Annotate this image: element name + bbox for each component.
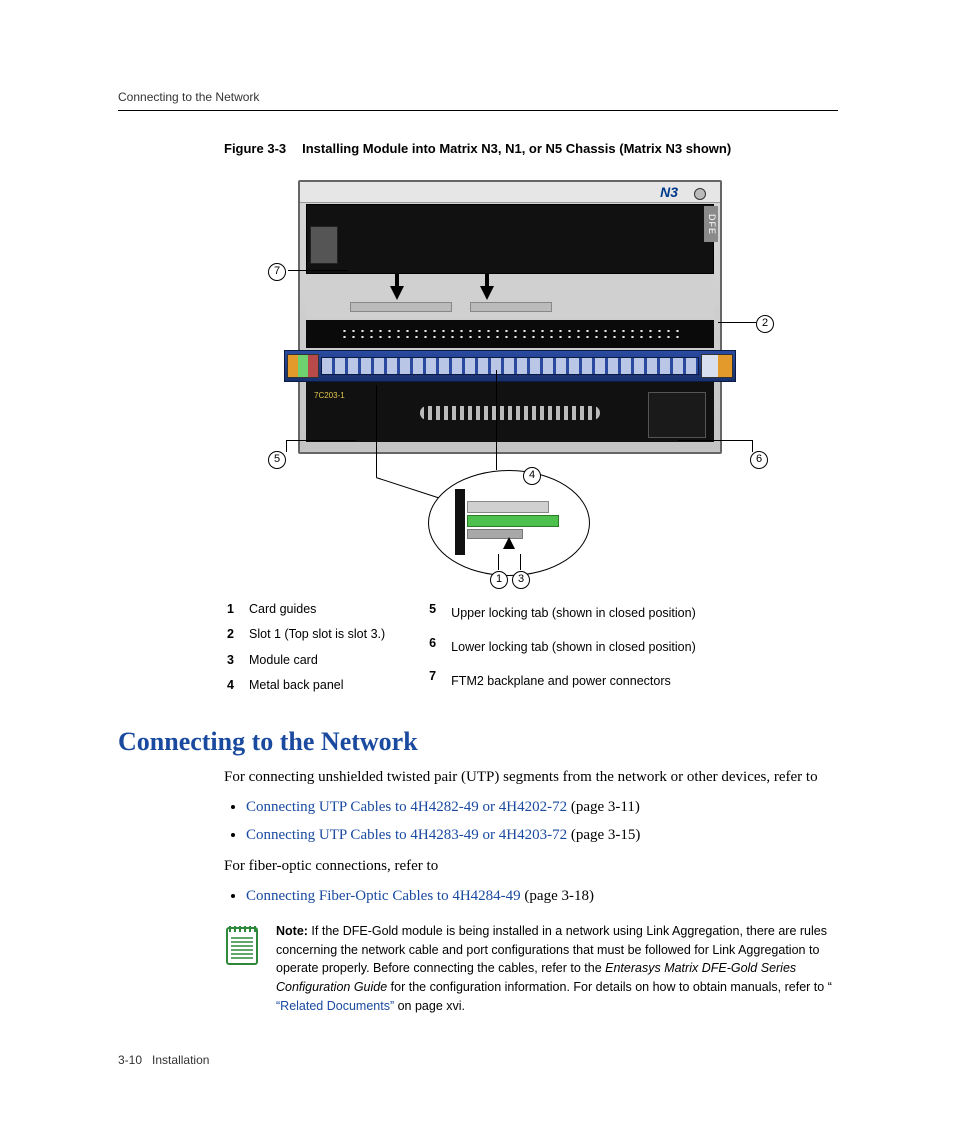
section-heading: Connecting to the Network <box>118 727 838 757</box>
callout-2: 2 <box>756 314 774 333</box>
header-rule <box>118 110 838 111</box>
note-text: Note: If the DFE-Gold module is being in… <box>276 922 838 1016</box>
chassis-brand: N3 <box>660 184 678 200</box>
figure-title: Installing Module into Matrix N3, N1, or… <box>302 141 731 156</box>
list-item: Connecting UTP Cables to 4H4283-49 or 4H… <box>246 825 838 847</box>
paragraph: For fiber-optic connections, refer to <box>224 856 838 878</box>
arrow-up-icon <box>503 537 515 549</box>
arrow-down-icon <box>480 286 494 300</box>
xref-link[interactable]: Connecting UTP Cables to 4H4282-49 or 4H… <box>246 799 567 815</box>
list-item: Connecting UTP Cables to 4H4282-49 or 4H… <box>246 797 838 819</box>
figure-label: Figure 3-3 <box>224 141 286 156</box>
power-indicator-icon <box>694 188 706 200</box>
xref-link[interactable]: Connecting Fiber-Optic Cables to 4H4284-… <box>246 888 521 904</box>
notepad-icon <box>224 922 262 1016</box>
list-item: Connecting Fiber-Optic Cables to 4H4284-… <box>246 886 838 908</box>
callout-6: 6 <box>750 450 768 469</box>
module-card <box>284 350 736 382</box>
xref-link[interactable]: Connecting UTP Cables to 4H4283-49 or 4H… <box>246 827 567 843</box>
page-number: 3-10 <box>118 1053 142 1067</box>
chapter-name: Installation <box>152 1053 209 1067</box>
dfe-tag: DFE <box>704 206 718 242</box>
figure-illustration: N3 DFE 7C203-1 7 2 5 6 <box>118 170 838 590</box>
callout-7: 7 <box>268 262 286 281</box>
inset-detail <box>428 470 590 576</box>
paragraph: For connecting unshielded twisted pair (… <box>224 767 838 789</box>
callout-5: 5 <box>268 450 286 469</box>
arrow-down-icon <box>390 286 404 300</box>
chassis: N3 DFE 7C203-1 <box>298 180 722 454</box>
page-footer: 3-10 Installation <box>118 1053 209 1067</box>
handle-left <box>310 226 338 264</box>
figure-caption: Figure 3-3 Installing Module into Matrix … <box>224 141 838 156</box>
callout-4: 4 <box>523 466 541 485</box>
callout-1: 1 <box>490 570 508 589</box>
figure-legend: 1Card guides 2Slot 1 (Top slot is slot 3… <box>224 596 838 699</box>
running-header: Connecting to the Network <box>118 90 838 104</box>
chassis-model-label: 7C203-1 <box>314 390 348 402</box>
xref-link[interactable]: “Related Documents” <box>276 999 394 1013</box>
callout-3: 3 <box>512 570 530 589</box>
note-box: Note: If the DFE-Gold module is being in… <box>224 922 838 1016</box>
